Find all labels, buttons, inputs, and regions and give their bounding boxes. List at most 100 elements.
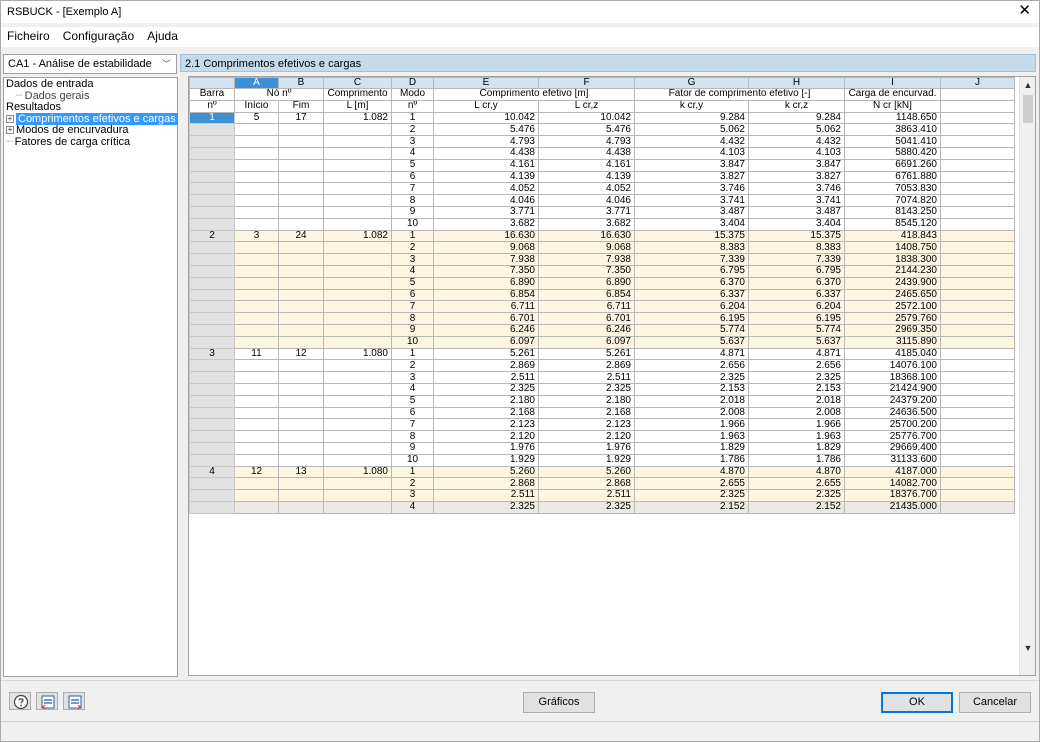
col-letter-a[interactable]: A <box>234 77 279 89</box>
cell-length[interactable] <box>323 323 392 337</box>
cell-inicio[interactable] <box>234 312 279 325</box>
cell-kcr-z[interactable]: 2.018 <box>748 394 845 408</box>
scroll-thumb[interactable] <box>1023 95 1033 123</box>
cell-kcr-z[interactable]: 4.432 <box>748 135 845 148</box>
cell-kcr-z[interactable]: 3.827 <box>748 170 845 184</box>
cell-inicio[interactable] <box>234 500 279 514</box>
col-letter-j[interactable]: J <box>940 77 1015 89</box>
cell-kcr-y[interactable]: 4.870 <box>634 465 749 479</box>
cell-kcr-y[interactable]: 6.370 <box>634 276 749 290</box>
cell-inicio[interactable]: 5 <box>234 111 279 125</box>
cell-ncr[interactable]: 7053.830 <box>844 182 941 196</box>
cell-ncr[interactable]: 7074.820 <box>844 194 941 207</box>
cell-lcr-z[interactable]: 2.168 <box>538 406 635 420</box>
cell-lcr-y[interactable]: 2.180 <box>433 394 539 408</box>
cell-mode[interactable]: 10 <box>391 453 434 467</box>
row-header[interactable] <box>189 264 235 278</box>
cell-lcr-y[interactable]: 6.701 <box>433 312 539 325</box>
cell-inicio[interactable] <box>234 146 279 160</box>
cell-empty[interactable] <box>940 382 1015 396</box>
cell-mode[interactable]: 7 <box>391 300 434 314</box>
cell-ncr[interactable]: 21424.900 <box>844 382 941 396</box>
cell-kcr-y[interactable]: 4.103 <box>634 146 749 160</box>
cell-kcr-y[interactable]: 6.337 <box>634 288 749 302</box>
cell-empty[interactable] <box>940 229 1015 243</box>
cell-inicio[interactable]: 12 <box>234 465 279 479</box>
cell-fim[interactable] <box>278 323 324 337</box>
cell-length[interactable] <box>323 135 392 148</box>
cell-ncr[interactable]: 2579.760 <box>844 312 941 325</box>
tree-item-critical-load-factors[interactable]: ┈ Fatores de carga crítica <box>6 136 175 149</box>
cell-empty[interactable] <box>940 158 1015 172</box>
cell-mode[interactable]: 6 <box>391 406 434 420</box>
cell-fim[interactable] <box>278 182 324 196</box>
cell-lcr-z[interactable]: 7.350 <box>538 264 635 278</box>
cell-kcr-z[interactable]: 4.870 <box>748 465 845 479</box>
cell-lcr-y[interactable]: 6.890 <box>433 276 539 290</box>
cell-length[interactable] <box>323 430 392 443</box>
close-icon[interactable]: ✕ <box>1018 3 1031 19</box>
cell-lcr-z[interactable]: 6.854 <box>538 288 635 302</box>
cell-kcr-y[interactable]: 3.827 <box>634 170 749 184</box>
cell-fim[interactable] <box>278 441 324 455</box>
cell-kcr-z[interactable]: 2.153 <box>748 382 845 396</box>
cell-lcr-z[interactable]: 5.260 <box>538 465 635 479</box>
cell-lcr-z[interactable]: 3.682 <box>538 217 635 231</box>
cell-kcr-y[interactable]: 2.325 <box>634 371 749 384</box>
cell-length[interactable] <box>323 359 392 373</box>
scroll-down-icon[interactable]: ▼ <box>1020 640 1035 656</box>
row-header[interactable] <box>189 335 235 349</box>
cell-lcr-z[interactable]: 4.793 <box>538 135 635 148</box>
cell-empty[interactable] <box>940 253 1015 266</box>
cell-fim[interactable] <box>278 300 324 314</box>
cell-empty[interactable] <box>940 347 1015 361</box>
cell-inicio[interactable] <box>234 205 279 219</box>
cell-mode[interactable]: 3 <box>391 371 434 384</box>
cell-ncr[interactable]: 5041.410 <box>844 135 941 148</box>
row-header[interactable]: 2 <box>189 229 235 243</box>
row-header[interactable] <box>189 359 235 373</box>
cell-fim[interactable] <box>278 146 324 160</box>
cell-kcr-y[interactable]: 3.487 <box>634 205 749 219</box>
cell-lcr-z[interactable]: 2.325 <box>538 500 635 514</box>
cell-lcr-z[interactable]: 6.701 <box>538 312 635 325</box>
cell-inicio[interactable] <box>234 300 279 314</box>
cell-empty[interactable] <box>940 418 1015 432</box>
cell-fim[interactable] <box>278 382 324 396</box>
cell-empty[interactable] <box>940 276 1015 290</box>
cell-lcr-y[interactable]: 4.438 <box>433 146 539 160</box>
cell-inicio[interactable] <box>234 453 279 467</box>
cell-lcr-y[interactable]: 4.793 <box>433 135 539 148</box>
cell-inicio[interactable] <box>234 135 279 148</box>
cell-length[interactable] <box>323 205 392 219</box>
row-header[interactable] <box>189 441 235 455</box>
cell-inicio[interactable] <box>234 394 279 408</box>
cell-lcr-y[interactable]: 6.097 <box>433 335 539 349</box>
cell-mode[interactable]: 9 <box>391 205 434 219</box>
cell-kcr-z[interactable]: 2.325 <box>748 371 845 384</box>
cell-mode[interactable]: 1 <box>391 347 434 361</box>
cell-empty[interactable] <box>940 335 1015 349</box>
cell-mode[interactable]: 4 <box>391 382 434 396</box>
cell-inicio[interactable] <box>234 253 279 266</box>
cell-lcr-z[interactable]: 6.246 <box>538 323 635 337</box>
cell-lcr-z[interactable]: 5.476 <box>538 123 635 137</box>
cell-empty[interactable] <box>940 205 1015 219</box>
cell-lcr-y[interactable]: 5.261 <box>433 347 539 361</box>
cell-ncr[interactable]: 21435.000 <box>844 500 941 514</box>
cell-length[interactable] <box>323 123 392 137</box>
cell-length[interactable] <box>323 489 392 502</box>
cell-fim[interactable] <box>278 205 324 219</box>
cell-ncr[interactable]: 2439.900 <box>844 276 941 290</box>
cell-ncr[interactable]: 18368.100 <box>844 371 941 384</box>
menu-configuracao[interactable]: Configuração <box>58 27 139 45</box>
cell-empty[interactable] <box>940 406 1015 420</box>
cell-mode[interactable]: 1 <box>391 111 434 125</box>
cell-mode[interactable]: 8 <box>391 312 434 325</box>
cell-inicio[interactable] <box>234 371 279 384</box>
row-header[interactable] <box>189 182 235 196</box>
cell-length[interactable] <box>323 217 392 231</box>
cell-length[interactable] <box>323 288 392 302</box>
cell-inicio[interactable] <box>234 477 279 491</box>
cell-mode[interactable]: 8 <box>391 194 434 207</box>
